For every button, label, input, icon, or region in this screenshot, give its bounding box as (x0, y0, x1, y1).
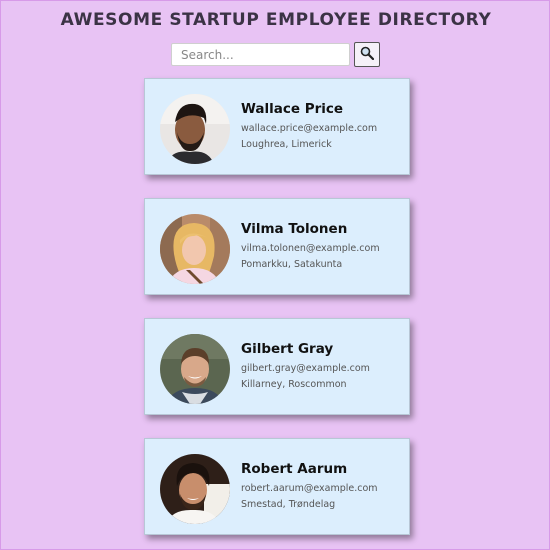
page-title: AWESOME STARTUP EMPLOYEE DIRECTORY (60, 10, 492, 30)
employee-name: Vilma Tolonen (241, 221, 348, 237)
employee-name: Robert Aarum (241, 461, 348, 477)
employee-email: vilma.tolonen@example.com (241, 243, 380, 254)
employee-location: Pomarkku, Satakunta (241, 259, 343, 270)
search-button[interactable] (354, 42, 380, 67)
search-bar (171, 42, 380, 67)
avatar (160, 94, 230, 164)
employee-info: Robert Aarum robert.aarum@example.com Sm… (241, 461, 407, 511)
employee-location: Smestad, Trøndelag (241, 499, 336, 510)
employee-card[interactable]: Gilbert Gray gilbert.gray@example.com Ki… (144, 318, 410, 415)
employee-info: Vilma Tolonen vilma.tolonen@example.com … (241, 221, 407, 271)
employee-name: Wallace Price (241, 101, 344, 117)
employee-email: wallace.price@example.com (241, 123, 378, 134)
employee-card[interactable]: Vilma Tolonen vilma.tolonen@example.com … (144, 198, 410, 295)
employee-location: Killarney, Roscommon (241, 379, 347, 390)
employee-location: Loughrea, Limerick (241, 139, 332, 150)
search-input[interactable] (171, 43, 350, 66)
avatar (160, 214, 230, 284)
employee-email: robert.aarum@example.com (241, 483, 378, 494)
employee-email: gilbert.gray@example.com (241, 363, 370, 374)
avatar (160, 334, 230, 404)
employee-info: Gilbert Gray gilbert.gray@example.com Ki… (241, 341, 407, 391)
magnifier-icon (360, 46, 375, 63)
employee-name: Gilbert Gray (241, 341, 334, 357)
avatar (160, 454, 230, 524)
employee-card[interactable]: Wallace Price wallace.price@example.com … (144, 78, 410, 175)
employee-info: Wallace Price wallace.price@example.com … (241, 101, 407, 151)
employee-card[interactable]: Robert Aarum robert.aarum@example.com Sm… (144, 438, 410, 535)
